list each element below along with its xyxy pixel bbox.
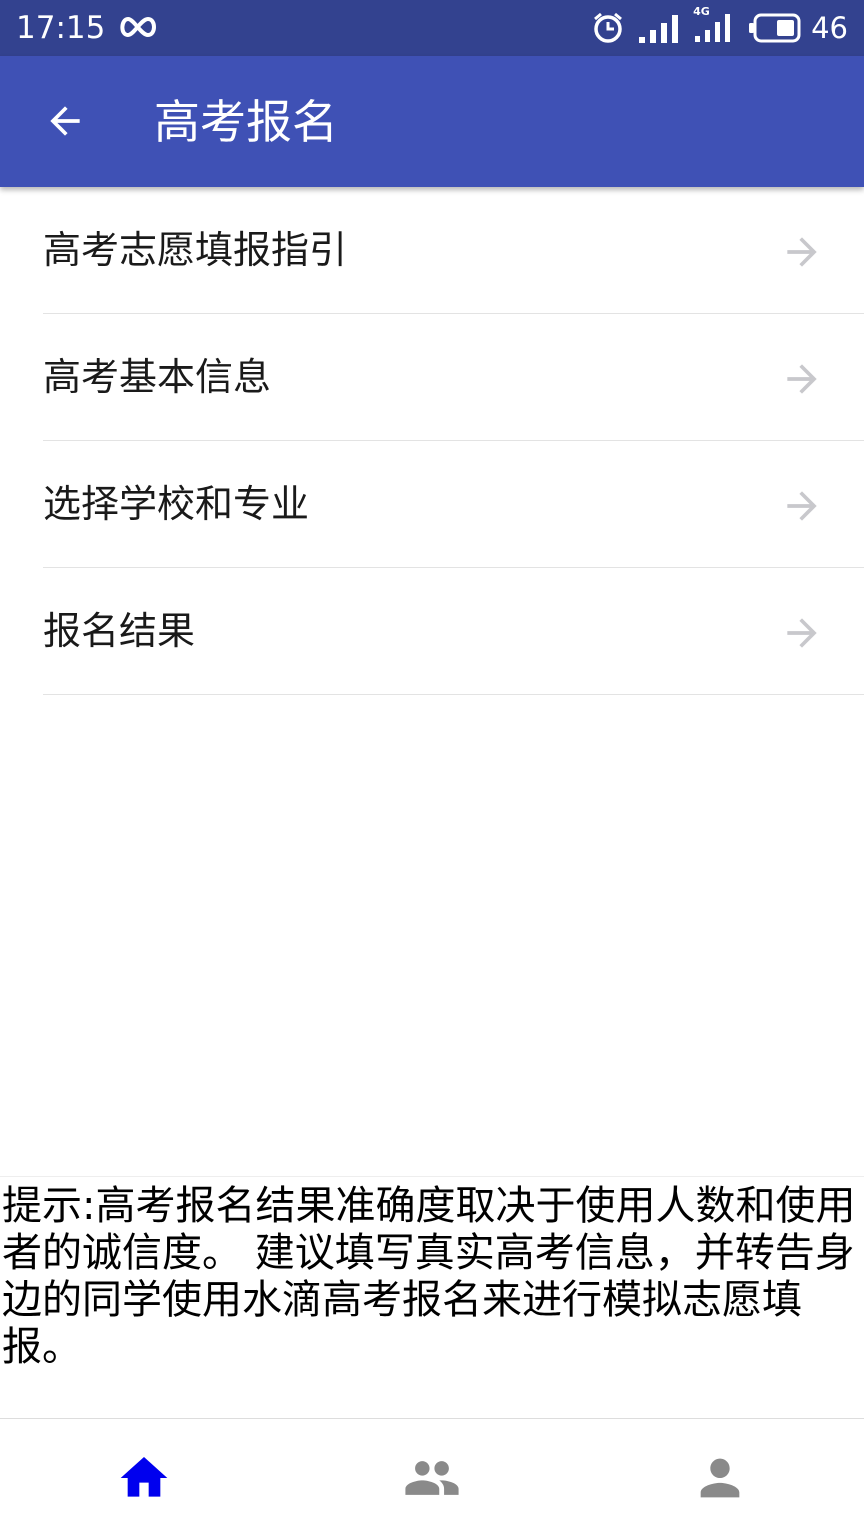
status-icons: 4G 46 bbox=[577, 6, 848, 48]
nav-tab-home[interactable] bbox=[0, 1419, 288, 1537]
network-signal-icon: 4G bbox=[693, 6, 735, 44]
infinity-icon bbox=[120, 16, 156, 38]
arrow-forward-icon bbox=[787, 618, 817, 648]
menu-item-label: 高考基本信息 bbox=[43, 355, 272, 399]
arrow-forward-icon bbox=[787, 237, 817, 267]
arrow-forward-icon bbox=[787, 364, 817, 394]
person-icon bbox=[700, 1458, 740, 1498]
nav-tab-group[interactable] bbox=[288, 1419, 576, 1537]
menu-item-volunteer-guide[interactable]: 高考志愿填报指引 bbox=[43, 187, 864, 314]
menu-list: 高考志愿填报指引 高考基本信息 选择学校和专业 报名结果 bbox=[0, 187, 864, 695]
bottom-nav bbox=[0, 1418, 864, 1537]
signal-icon bbox=[639, 15, 679, 43]
menu-item-choose-school[interactable]: 选择学校和专业 bbox=[43, 441, 864, 568]
back-button[interactable] bbox=[30, 86, 100, 156]
menu-item-label: 选择学校和专业 bbox=[43, 482, 310, 526]
page-title: 高考报名 bbox=[154, 95, 338, 149]
menu-item-results[interactable]: 报名结果 bbox=[43, 568, 864, 695]
hint-box: 提示:高考报名结果准确度取决于使用人数和使用者的诚信度。 建议填写真实高考信息，… bbox=[0, 1176, 864, 1371]
status-bar: 17:15 4G 46 bbox=[0, 0, 864, 56]
home-icon bbox=[120, 1457, 168, 1497]
arrow-forward-icon bbox=[787, 491, 817, 521]
menu-item-label: 高考志愿填报指引 bbox=[43, 228, 348, 272]
group-icon bbox=[405, 1461, 459, 1495]
menu-item-label: 报名结果 bbox=[43, 609, 196, 653]
alarm-icon bbox=[594, 12, 623, 43]
battery-percentage: 46 bbox=[811, 11, 848, 45]
battery-icon bbox=[749, 13, 801, 43]
hint-text: 提示:高考报名结果准确度取决于使用人数和使用者的诚信度。 建议填写真实高考信息，… bbox=[2, 1183, 856, 1370]
menu-item-basic-info[interactable]: 高考基本信息 bbox=[43, 314, 864, 441]
status-time: 17:15 bbox=[16, 10, 106, 46]
nav-tab-profile[interactable] bbox=[576, 1419, 864, 1537]
app-bar: 高考报名 bbox=[0, 56, 864, 187]
arrow-back-icon bbox=[50, 106, 80, 136]
